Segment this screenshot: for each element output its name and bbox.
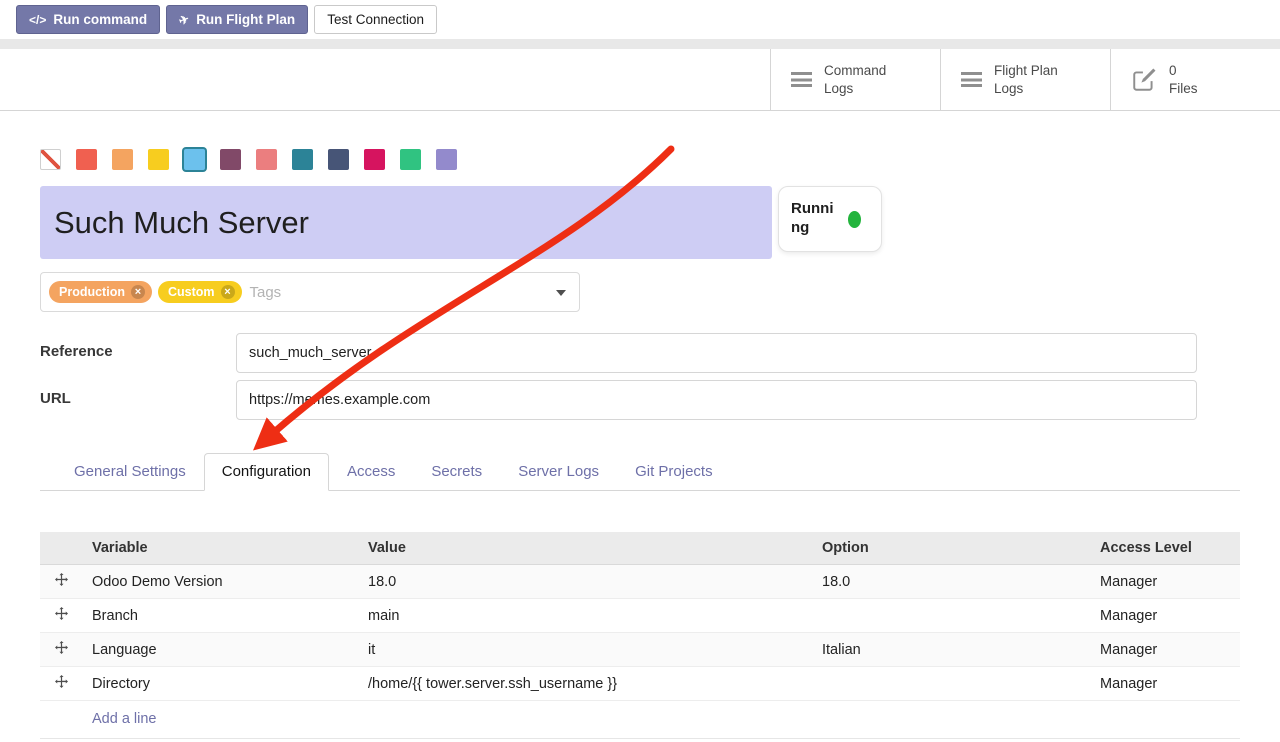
tag-production[interactable]: Production × — [49, 281, 152, 303]
remove-tag-icon[interactable]: × — [131, 285, 145, 299]
color-swatch-salmon[interactable] — [256, 149, 277, 170]
url-input[interactable]: https://memes.example.com — [236, 380, 1197, 420]
table-header-row: Variable Value Option Access Level — [40, 532, 1240, 565]
color-swatch-dark-purple[interactable] — [220, 149, 241, 170]
edit-icon — [1131, 67, 1157, 93]
table-row[interactable]: Language it Italian Manager — [40, 633, 1240, 667]
run-command-label: Run command — [53, 12, 147, 27]
color-swatch-red[interactable] — [76, 149, 97, 170]
page-divider — [0, 39, 1280, 49]
drag-handle-icon[interactable] — [55, 641, 68, 654]
top-toolbar: </> Run command ✈ Run Flight Plan Test C… — [0, 0, 1280, 39]
stat-files-label: 0 Files — [1169, 62, 1198, 97]
table-row[interactable]: Branch main Manager — [40, 599, 1240, 633]
color-swatch-green[interactable] — [400, 149, 421, 170]
stat-command-logs[interactable]: Command Logs — [770, 49, 940, 110]
stat-flight-plan-logs-label: Flight Plan Logs — [994, 62, 1058, 97]
cell-value[interactable]: it — [358, 633, 812, 667]
tab-configuration[interactable]: Configuration — [204, 453, 329, 491]
cell-access-level[interactable]: Manager — [1090, 667, 1240, 701]
status-dot — [848, 211, 861, 228]
tab-git-projects[interactable]: Git Projects — [617, 453, 731, 491]
cell-value[interactable]: 18.0 — [358, 565, 812, 599]
color-swatch-orange[interactable] — [112, 149, 133, 170]
list-icon — [791, 72, 812, 87]
cell-variable[interactable]: Odoo Demo Version — [82, 565, 358, 599]
color-swatch-cyan-selected[interactable] — [184, 149, 205, 170]
status-badge: Running — [778, 186, 882, 252]
cell-variable[interactable]: Language — [82, 633, 358, 667]
table-row[interactable]: Directory /home/{{ tower.server.ssh_user… — [40, 667, 1240, 701]
color-swatch-yellow[interactable] — [148, 149, 169, 170]
cell-option[interactable]: Italian — [812, 633, 1090, 667]
run-flight-plan-button[interactable]: ✈ Run Flight Plan — [166, 5, 308, 34]
reference-label: Reference — [40, 333, 236, 373]
stat-files[interactable]: 0 Files — [1110, 49, 1280, 110]
url-label: URL — [40, 380, 236, 420]
url-row: URL https://memes.example.com — [40, 380, 1197, 420]
tag-production-label: Production — [59, 285, 125, 299]
stat-command-logs-label: Command Logs — [824, 62, 886, 97]
tab-general-settings[interactable]: General Settings — [56, 453, 204, 491]
header-bar: Command Logs Flight Plan Logs 0 Files — [0, 49, 1280, 111]
tag-custom-label: Custom — [168, 285, 215, 299]
cell-variable[interactable]: Directory — [82, 667, 358, 701]
cell-value[interactable]: /home/{{ tower.server.ssh_username }} — [358, 667, 812, 701]
tag-custom[interactable]: Custom × — [158, 281, 242, 303]
color-swatch-navy[interactable] — [328, 149, 349, 170]
color-swatch-violet[interactable] — [436, 149, 457, 170]
drag-handle-icon[interactable] — [55, 573, 68, 586]
run-flight-plan-label: Run Flight Plan — [196, 12, 295, 27]
server-form-page: </> Run command ✈ Run Flight Plan Test C… — [0, 0, 1280, 739]
status-label: Running — [791, 200, 839, 238]
tab-bar: General Settings Configuration Access Se… — [40, 453, 1240, 491]
test-connection-button[interactable]: Test Connection — [314, 5, 437, 34]
form-area: Reference such_much_server URL https://m… — [40, 333, 1197, 420]
reference-row: Reference such_much_server — [40, 333, 1197, 373]
reference-input[interactable]: such_much_server — [236, 333, 1197, 373]
add-a-line-link[interactable]: Add a line — [40, 701, 1240, 739]
column-header-value: Value — [358, 532, 812, 565]
cell-option[interactable]: 18.0 — [812, 565, 1090, 599]
column-header-access-level: Access Level — [1090, 532, 1240, 565]
column-header-option: Option — [812, 532, 1090, 565]
tab-secrets[interactable]: Secrets — [413, 453, 500, 491]
color-swatch-teal[interactable] — [292, 149, 313, 170]
cell-access-level[interactable]: Manager — [1090, 565, 1240, 599]
paper-plane-icon: ✈ — [177, 11, 191, 28]
tab-server-logs[interactable]: Server Logs — [500, 453, 617, 491]
cell-option[interactable] — [812, 599, 1090, 633]
stat-flight-plan-logs[interactable]: Flight Plan Logs — [940, 49, 1110, 110]
cell-option[interactable] — [812, 667, 1090, 701]
run-command-button[interactable]: </> Run command — [16, 5, 160, 34]
main-content: Such Much Server Running Production × Cu… — [0, 149, 1280, 739]
cell-access-level[interactable]: Manager — [1090, 599, 1240, 633]
list-icon — [961, 72, 982, 87]
tags-placeholder: Tags — [250, 284, 282, 301]
chevron-down-icon[interactable] — [556, 290, 566, 296]
test-connection-label: Test Connection — [327, 12, 424, 27]
title-row: Such Much Server Running — [40, 186, 1240, 259]
table-row[interactable]: Odoo Demo Version 18.0 18.0 Manager — [40, 565, 1240, 599]
drag-handle-icon[interactable] — [55, 607, 68, 620]
config-variables-table: Variable Value Option Access Level Odoo … — [40, 532, 1240, 739]
color-swatch-none[interactable] — [40, 149, 61, 170]
remove-tag-icon[interactable]: × — [221, 285, 235, 299]
color-picker — [40, 149, 1240, 170]
cell-value[interactable]: main — [358, 599, 812, 633]
cell-access-level[interactable]: Manager — [1090, 633, 1240, 667]
tags-input[interactable]: Production × Custom × Tags — [40, 272, 580, 312]
server-name-input[interactable]: Such Much Server — [40, 186, 772, 259]
color-swatch-magenta[interactable] — [364, 149, 385, 170]
code-icon: </> — [29, 13, 46, 27]
cell-variable[interactable]: Branch — [82, 599, 358, 633]
handle-column-header — [40, 532, 82, 565]
add-line-row: Add a line — [40, 701, 1240, 739]
tabs-section: General Settings Configuration Access Se… — [40, 453, 1240, 491]
tab-access[interactable]: Access — [329, 453, 413, 491]
drag-handle-icon[interactable] — [55, 675, 68, 688]
column-header-variable: Variable — [82, 532, 358, 565]
